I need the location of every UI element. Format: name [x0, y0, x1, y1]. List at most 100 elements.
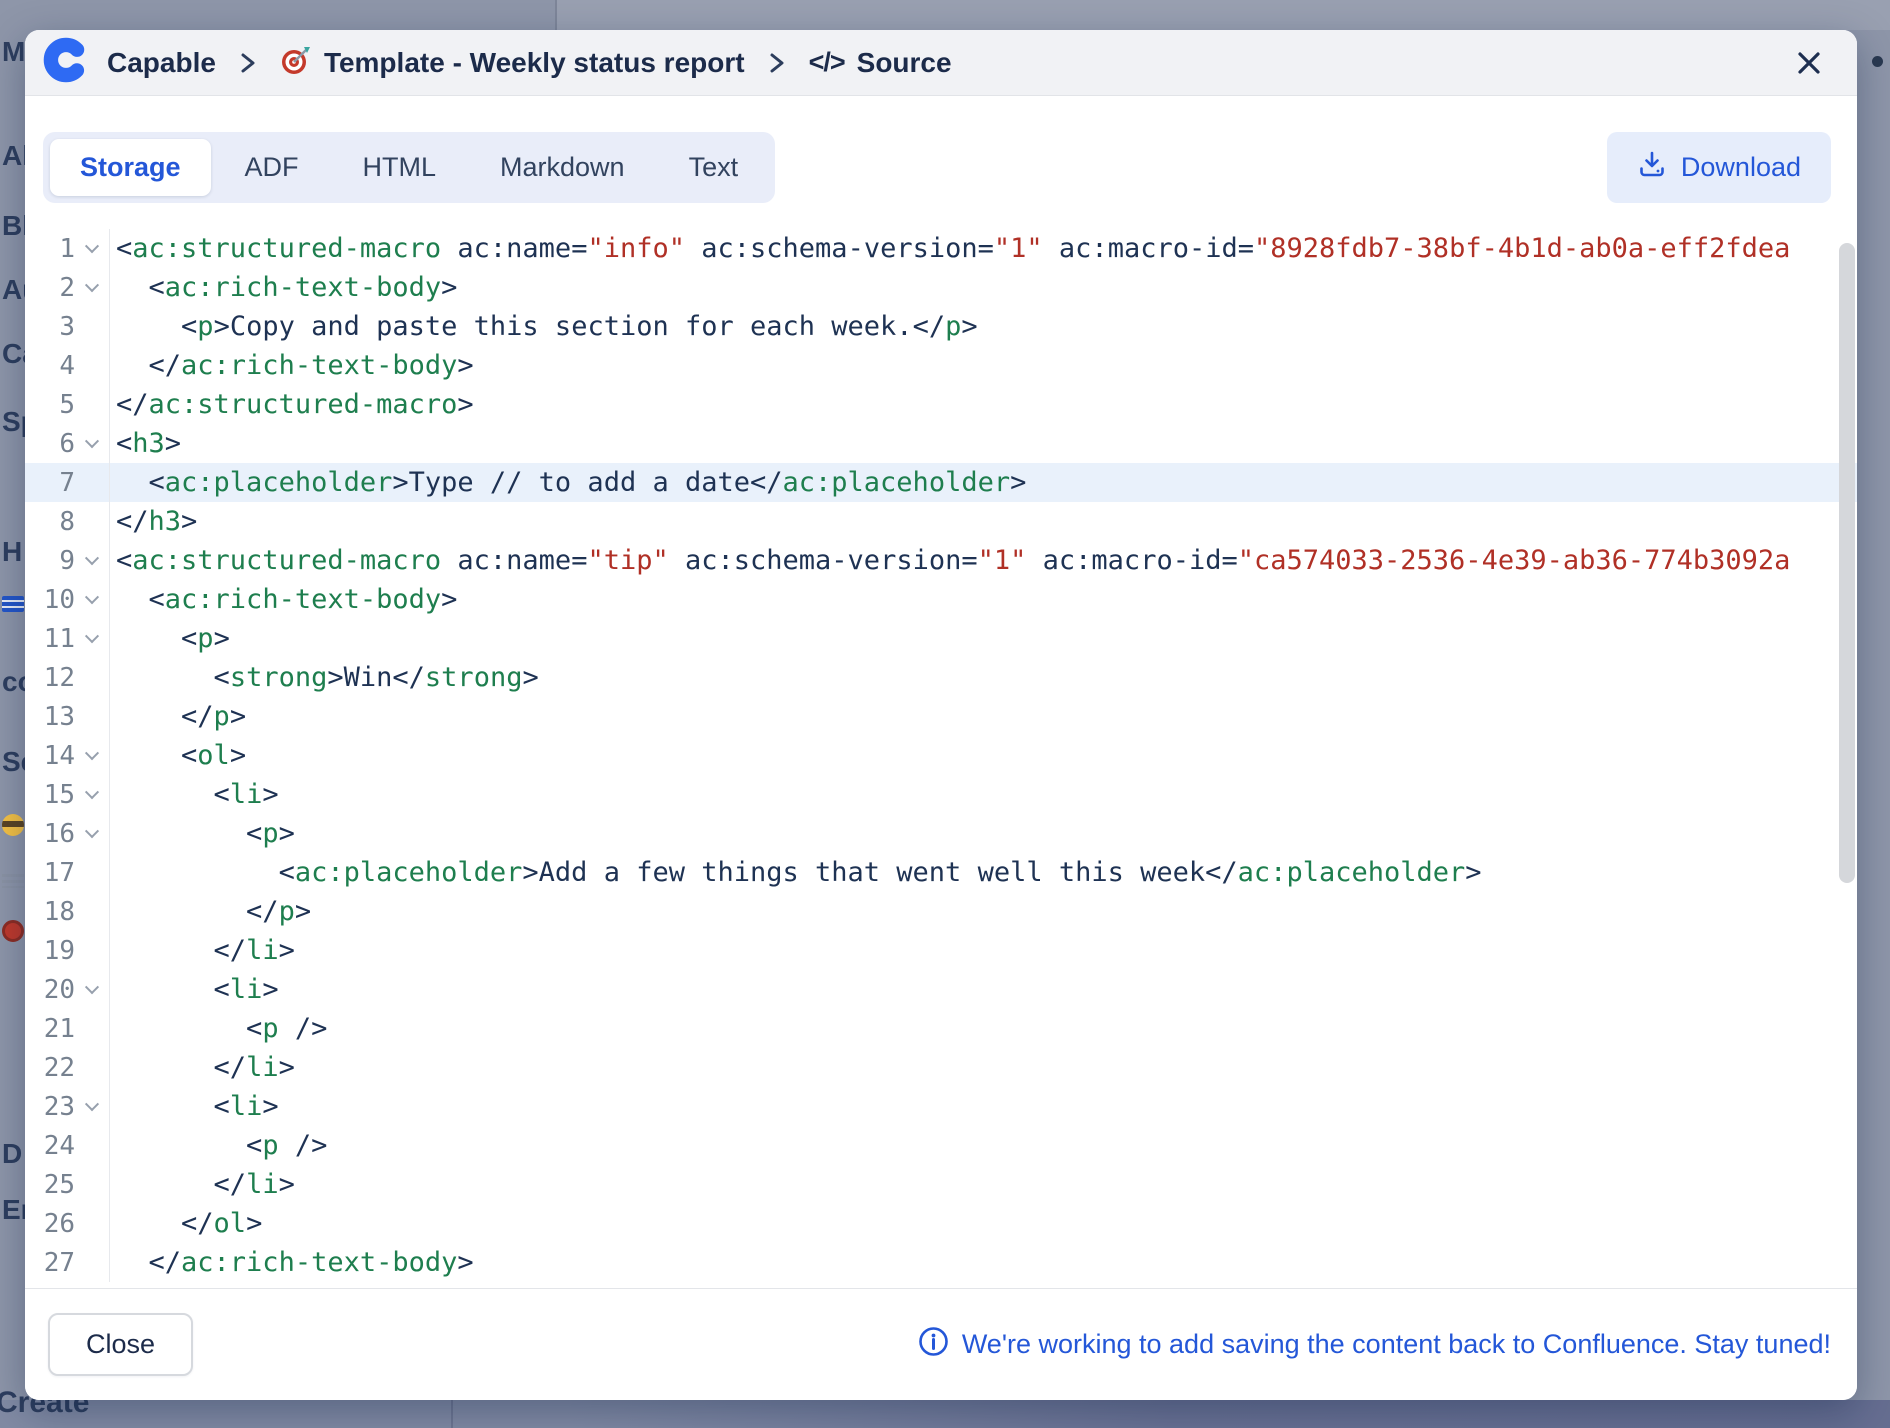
modal-footer: Close We're working to add saving the co… [25, 1288, 1857, 1400]
line-number: 26 [25, 1209, 75, 1239]
target-emoji-icon [280, 44, 312, 81]
line-number: 4 [25, 351, 75, 381]
code-text: <p> [109, 619, 1857, 658]
line-number: 24 [25, 1131, 75, 1161]
code-line[interactable]: 12 <strong>Win</strong> [25, 658, 1857, 697]
breadcrumb-chevron-icon [238, 49, 258, 77]
code-line[interactable]: 5</ac:structured-macro> [25, 385, 1857, 424]
line-number: 19 [25, 936, 75, 966]
fold-chevron-icon[interactable] [75, 439, 109, 449]
download-button[interactable]: Download [1607, 132, 1831, 203]
target-icon [2, 920, 24, 942]
code-text: <strong>Win</strong> [109, 658, 1857, 697]
code-line[interactable]: 17 <ac:placeholder>Add a few things that… [25, 853, 1857, 892]
code-line[interactable]: 2 <ac:rich-text-body> [25, 268, 1857, 307]
code-text: </ac:rich-text-body> [109, 346, 1857, 385]
emoji-icon [2, 814, 24, 836]
code-line[interactable]: 15 <li> [25, 775, 1857, 814]
tab-text[interactable]: Text [659, 139, 769, 196]
code-line[interactable]: 6<h3> [25, 424, 1857, 463]
sidebar-text-fragment: D [2, 1138, 22, 1170]
code-text: <ac:placeholder>Add a few things that we… [109, 853, 1857, 892]
backdrop-bottom-divider [451, 1400, 453, 1428]
line-number: 18 [25, 897, 75, 927]
code-text: </ol> [109, 1204, 1857, 1243]
sidebar-text-fragment: M [2, 36, 25, 68]
save-notice: We're working to add saving the content … [918, 1326, 1831, 1364]
code-line[interactable]: 25 </li> [25, 1165, 1857, 1204]
code-line[interactable]: 24 <p /> [25, 1126, 1857, 1165]
code-line[interactable]: 11 <p> [25, 619, 1857, 658]
sidebar-text-fragment: H [2, 536, 22, 568]
code-line[interactable]: 16 <p> [25, 814, 1857, 853]
code-line[interactable]: 18 </p> [25, 892, 1857, 931]
code-editor: 1<ac:structured-macro ac:name="info" ac:… [25, 229, 1857, 1288]
code-line[interactable]: 3 <p>Copy and paste this section for eac… [25, 307, 1857, 346]
fold-chevron-icon[interactable] [75, 244, 109, 254]
code-text: </li> [109, 931, 1857, 970]
code-text: <h3> [109, 424, 1857, 463]
code-line[interactable]: 19 </li> [25, 931, 1857, 970]
code-text: <li> [109, 775, 1857, 814]
close-icon[interactable] [1787, 41, 1831, 85]
breadcrumb-page-group[interactable]: Template - Weekly status report [280, 44, 745, 81]
code-line[interactable]: 10 <ac:rich-text-body> [25, 580, 1857, 619]
fold-chevron-icon[interactable] [75, 751, 109, 761]
fold-chevron-icon[interactable] [75, 556, 109, 566]
code-line[interactable]: 8</h3> [25, 502, 1857, 541]
line-number: 11 [25, 624, 75, 654]
code-line[interactable]: 7 <ac:placeholder>Type // to add a date<… [25, 463, 1857, 502]
fold-chevron-icon[interactable] [75, 634, 109, 644]
breadcrumb-app[interactable]: Capable [107, 47, 216, 79]
line-number: 14 [25, 741, 75, 771]
code-line[interactable]: 23 <li> [25, 1087, 1857, 1126]
close-button[interactable]: Close [48, 1313, 193, 1376]
breadcrumb-chevron-icon [767, 49, 787, 77]
fold-chevron-icon[interactable] [75, 283, 109, 293]
source-viewer-modal: Capable Template - Weekly status report … [25, 30, 1857, 1400]
line-number: 25 [25, 1170, 75, 1200]
code-text: <ac:placeholder>Type // to add a date</a… [109, 463, 1857, 502]
line-number: 20 [25, 975, 75, 1005]
code-text: </p> [109, 697, 1857, 736]
code-line[interactable]: 26 </ol> [25, 1204, 1857, 1243]
fold-chevron-icon[interactable] [75, 595, 109, 605]
fold-chevron-icon[interactable] [75, 790, 109, 800]
code-line[interactable]: 21 <p /> [25, 1009, 1857, 1048]
code-line[interactable]: 1<ac:structured-macro ac:name="info" ac:… [25, 229, 1857, 268]
code-line[interactable]: 14 <ol> [25, 736, 1857, 775]
sidebar-text-fragment: En [2, 1194, 25, 1226]
line-number: 13 [25, 702, 75, 732]
line-number: 23 [25, 1092, 75, 1122]
sidebar-text-fragment: co [2, 666, 25, 698]
capable-logo-icon [43, 37, 89, 88]
sidebar-text-fragment: Ca [2, 338, 25, 370]
code-text: <p> [109, 814, 1857, 853]
code-text: <p /> [109, 1126, 1857, 1165]
code-text: </li> [109, 1048, 1857, 1087]
code-text: <ac:structured-macro ac:name="tip" ac:sc… [109, 541, 1857, 580]
code-line[interactable]: 22 </li> [25, 1048, 1857, 1087]
tab-adf[interactable]: ADF [215, 139, 329, 196]
line-number: 2 [25, 273, 75, 303]
line-number: 17 [25, 858, 75, 888]
sidebar-text-fragment: Al [2, 140, 25, 172]
code-text: <ac:structured-macro ac:name="info" ac:s… [109, 229, 1857, 268]
code-line[interactable]: 27 </ac:rich-text-body> [25, 1243, 1857, 1282]
tab-markdown[interactable]: Markdown [470, 139, 655, 196]
fold-chevron-icon[interactable] [75, 985, 109, 995]
code-text: <ac:rich-text-body> [109, 268, 1857, 307]
fold-chevron-icon[interactable] [75, 1102, 109, 1112]
modal-toolbar: StorageADFHTMLMarkdownText Download [25, 96, 1857, 229]
code-line[interactable]: 4 </ac:rich-text-body> [25, 346, 1857, 385]
code-line[interactable]: 13 </p> [25, 697, 1857, 736]
code-line[interactable]: 20 <li> [25, 970, 1857, 1009]
code-line[interactable]: 9<ac:structured-macro ac:name="tip" ac:s… [25, 541, 1857, 580]
fold-chevron-icon[interactable] [75, 829, 109, 839]
code-text: </ac:rich-text-body> [109, 1243, 1857, 1282]
tab-storage[interactable]: Storage [50, 139, 211, 196]
backdrop-bottom-bar: Create [0, 1400, 1890, 1428]
sidebar-text-fragment: Sp [2, 406, 25, 438]
tab-html[interactable]: HTML [333, 139, 467, 196]
vertical-scrollbar[interactable] [1839, 243, 1855, 883]
